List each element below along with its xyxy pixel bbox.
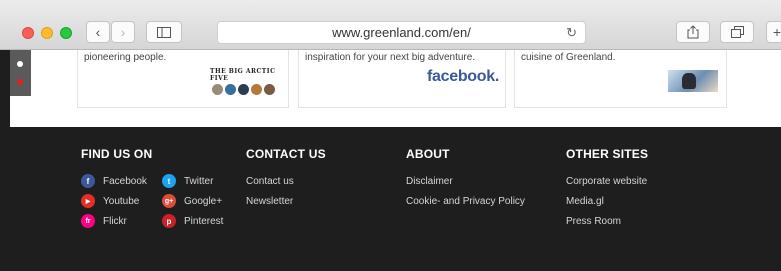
back-button[interactable]: ‹: [86, 21, 110, 43]
forward-button[interactable]: ›: [111, 21, 135, 43]
reload-icon[interactable]: ↻: [566, 22, 577, 43]
animal-icon: [212, 84, 223, 95]
share-icon: [687, 25, 699, 39]
minimize-window-button[interactable]: [41, 27, 53, 39]
person-figure: [682, 73, 696, 89]
pinterest-link[interactable]: p Pinterest: [162, 214, 223, 228]
youtube-link[interactable]: ▶ Youtube: [81, 194, 139, 208]
facebook-icon: f: [81, 174, 95, 188]
disclaimer-link[interactable]: Disclaimer: [406, 176, 453, 187]
corporate-website-link[interactable]: Corporate website: [566, 176, 647, 187]
tabs-icon: [730, 26, 744, 38]
animal-icon: [264, 84, 275, 95]
close-window-button[interactable]: [22, 27, 34, 39]
googleplus-icon: g+: [162, 194, 176, 208]
contact-us-link[interactable]: Contact us: [246, 176, 294, 187]
slide-dot[interactable]: [17, 79, 23, 85]
googleplus-link[interactable]: g+ Google+: [162, 194, 222, 208]
url-text: www.greenland.com/en/: [332, 25, 471, 40]
social-label: Flickr: [103, 215, 127, 227]
chevron-right-icon: ›: [120, 24, 126, 40]
card-text: cuisine of Greenland.: [521, 52, 616, 63]
flickr-link[interactable]: fr Flickr: [81, 214, 127, 228]
card-text: inspiration for your next big adventure.: [305, 52, 476, 63]
flickr-icon: fr: [81, 214, 95, 228]
other-sites-heading: OTHER SITES: [566, 147, 649, 161]
social-label: Facebook: [103, 175, 147, 187]
cookie-privacy-link[interactable]: Cookie- and Privacy Policy: [406, 196, 525, 207]
logo-title: THE BIG ARCTIC FIVE: [210, 68, 276, 82]
twitter-icon: t: [162, 174, 176, 188]
teaser-card[interactable]: pioneering people. THE BIG ARCTIC FIVE: [77, 50, 289, 108]
chevron-left-icon: ‹: [95, 24, 101, 40]
youtube-icon: ▶: [81, 194, 95, 208]
contact-heading: CONTACT US: [246, 147, 326, 161]
animal-icon: [238, 84, 249, 95]
plus-icon: +: [772, 24, 781, 40]
about-heading: ABOUT: [406, 147, 450, 161]
social-label: Twitter: [184, 175, 214, 187]
facebook-logo: facebook.: [427, 68, 499, 85]
new-tab-button[interactable]: +: [766, 21, 781, 43]
twitter-link[interactable]: t Twitter: [162, 174, 213, 188]
browser-toolbar: ‹ › www.greenland.com/en/ ↻ +: [0, 0, 781, 50]
pinterest-icon: p: [162, 214, 176, 228]
press-room-link[interactable]: Press Room: [566, 216, 621, 227]
teaser-card[interactable]: inspiration for your next big adventure.…: [298, 50, 506, 108]
animal-icon: [251, 84, 262, 95]
teaser-card[interactable]: cuisine of Greenland.: [514, 50, 727, 108]
social-label: Pinterest: [184, 215, 224, 227]
find-us-heading: FIND US ON: [81, 147, 153, 161]
animal-icon: [225, 84, 236, 95]
facebook-link[interactable]: f Facebook: [81, 174, 147, 188]
media-gl-link[interactable]: Media.gl: [566, 196, 604, 207]
sidebar-toggle-button[interactable]: [146, 21, 182, 43]
newsletter-link[interactable]: Newsletter: [246, 196, 293, 207]
sidebar-icon: [157, 26, 171, 38]
address-bar[interactable]: www.greenland.com/en/ ↻: [217, 21, 586, 44]
zoom-window-button[interactable]: [60, 27, 72, 39]
card-text: pioneering people.: [84, 52, 167, 63]
slide-dot-active[interactable]: [17, 61, 23, 67]
card-thumbnail: [668, 70, 718, 92]
share-button[interactable]: [676, 21, 710, 43]
social-label: Youtube: [103, 195, 140, 207]
tabs-overview-button[interactable]: [720, 21, 754, 43]
big-arctic-five-logo: THE BIG ARCTIC FIVE: [210, 68, 288, 95]
slide-indicator: [10, 50, 31, 96]
social-label: Google+: [184, 195, 223, 207]
